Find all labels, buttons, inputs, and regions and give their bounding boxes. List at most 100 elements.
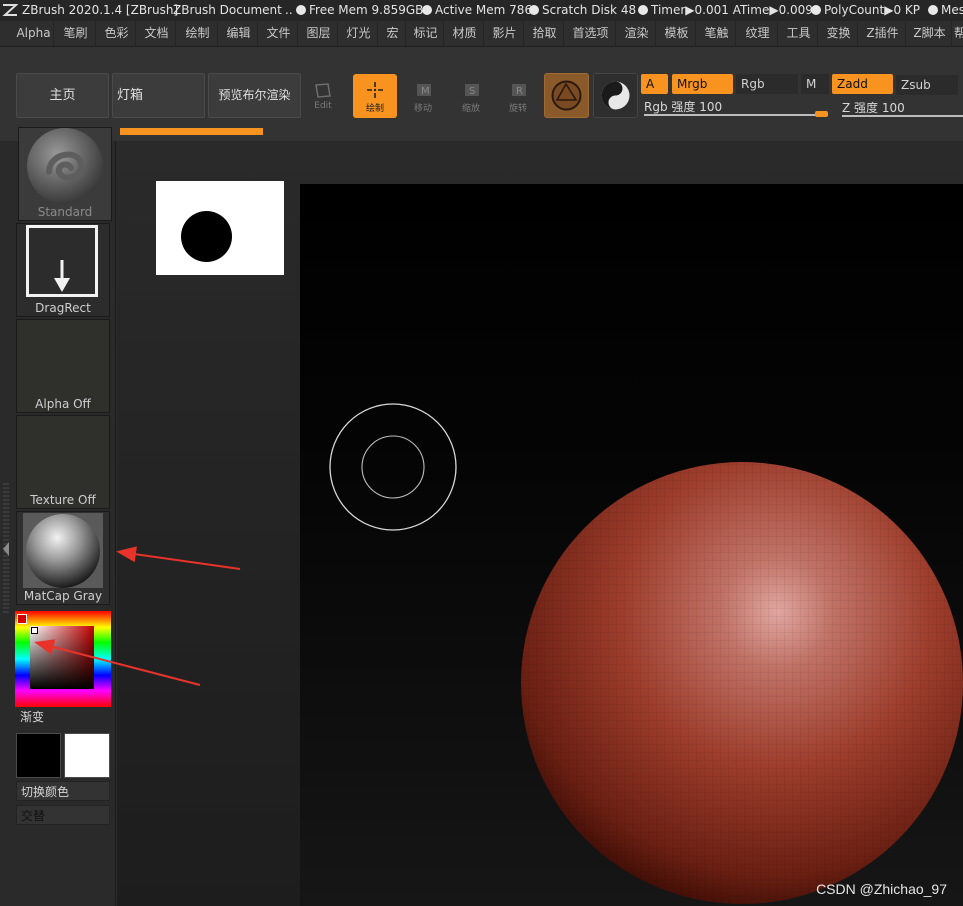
home-button[interactable]: 主页 xyxy=(16,73,109,118)
status-dot-icon xyxy=(296,5,306,15)
color-sphere-button[interactable] xyxy=(593,73,638,118)
switch-color-button[interactable]: 切换颜色 xyxy=(16,781,110,801)
edit-icon xyxy=(315,83,331,98)
material-preview-button[interactable] xyxy=(544,73,589,118)
status-dot-icon xyxy=(638,5,648,15)
menu-edit[interactable]: 编辑 xyxy=(220,21,258,46)
matcap-gray-sphere-icon xyxy=(23,513,103,588)
a-toggle-button[interactable]: A xyxy=(641,74,668,94)
status-dot-icon xyxy=(811,5,821,15)
z-intensity-label: Z 强度 100 xyxy=(842,101,905,115)
texture-slot[interactable]: Texture Off xyxy=(16,415,110,509)
z-intensity-slider[interactable] xyxy=(842,115,963,117)
menu-stroke[interactable]: 笔触 xyxy=(698,21,736,46)
menu-picker[interactable]: 拾取 xyxy=(526,21,564,46)
menu-brush[interactable]: 笔刷 xyxy=(56,21,96,46)
status-dot-icon xyxy=(529,5,539,15)
rgb-intensity-handle[interactable] xyxy=(815,111,828,117)
menu-color[interactable]: 色彩 xyxy=(98,21,136,46)
brush-label: Standard xyxy=(37,205,93,219)
document-title: ZBrush Document xyxy=(173,3,282,17)
menu-layer[interactable]: 图层 xyxy=(300,21,338,46)
menu-texture[interactable]: 纹理 xyxy=(738,21,778,46)
texture-label: Texture Off xyxy=(30,493,96,507)
svg-text:S: S xyxy=(469,86,475,97)
edit-button[interactable]: Edit xyxy=(302,74,344,118)
scale-button[interactable]: S 缩放 xyxy=(450,74,492,118)
free-mem-indicator: Free Mem 9.859GB xyxy=(296,3,423,17)
menu-marker[interactable]: 标记 xyxy=(408,21,444,46)
rgb-button[interactable]: Rgb xyxy=(736,74,798,94)
draw-label: 绘制 xyxy=(365,104,384,114)
menu-tool[interactable]: 工具 xyxy=(780,21,818,46)
progress-bar xyxy=(120,128,263,135)
stroke-slot[interactable]: DragRect xyxy=(16,223,110,317)
stroke-label: DragRect xyxy=(35,301,91,315)
app-title: ZBrush 2020.1.4 [ZBrush] xyxy=(22,3,179,17)
rotate-button[interactable]: R 旋转 xyxy=(497,74,539,118)
top-shelf: 主页 灯箱 预览布尔渲染 Edit 绘制 M 移动 S 缩放 R 旋转 A Mr… xyxy=(0,47,963,141)
secondary-color-swatch[interactable] xyxy=(64,733,110,778)
menu-draw[interactable]: 绘制 xyxy=(178,21,218,46)
zbrush-logo-icon xyxy=(2,3,19,20)
rgb-intensity-label: Rgb 强度 100 xyxy=(644,100,723,114)
title-bar: ZBrush 2020.1.4 [ZBrush] ZBrush Document… xyxy=(0,0,963,21)
timer-indicator: Timer▶0.001 ATime▶0.009 xyxy=(638,3,813,17)
status-dot-icon xyxy=(422,5,432,15)
move-button[interactable]: M 移动 xyxy=(402,74,444,118)
rotate-icon: R xyxy=(512,84,526,97)
rgb-intensity-slider[interactable] xyxy=(644,114,828,116)
menu-material[interactable]: 材质 xyxy=(446,21,484,46)
active-mem-indicator: Active Mem 786 xyxy=(422,3,532,17)
menu-zplugin[interactable]: Z插件 xyxy=(860,21,906,46)
svg-text:M: M xyxy=(421,86,430,97)
menu-macro[interactable]: 宏 xyxy=(380,21,406,46)
document-canvas[interactable] xyxy=(300,184,963,906)
rotate-label: 旋转 xyxy=(508,104,527,114)
scale-icon: S xyxy=(465,84,479,97)
material-label: MatCap Gray xyxy=(23,589,103,603)
alternate-button[interactable]: 交替 xyxy=(16,805,110,825)
menu-stencil[interactable]: 模板 xyxy=(658,21,696,46)
menu-transform[interactable]: 变换 xyxy=(820,21,858,46)
menu-preferences[interactable]: 首选项 xyxy=(566,21,616,46)
gradient-toggle[interactable]: 渐变 xyxy=(16,707,110,727)
menu-zscript[interactable]: Z脚本 xyxy=(908,21,952,46)
hue-marker[interactable] xyxy=(17,614,27,624)
move-icon: M xyxy=(417,84,431,97)
arrow-down-icon xyxy=(54,260,70,292)
status-dot-icon xyxy=(928,5,938,15)
material-slot[interactable]: MatCap Gray xyxy=(16,511,110,605)
watermark: CSDN @Zhichao_97 xyxy=(816,881,947,897)
menu-alpha[interactable]: Alpha xyxy=(14,21,54,46)
zadd-button[interactable]: Zadd xyxy=(832,74,893,94)
main-color-swatch[interactable] xyxy=(16,733,61,778)
standard-brush-icon xyxy=(27,128,103,204)
zsub-button[interactable]: Zsub xyxy=(896,75,958,95)
menu-bar: Alpha 笔刷 色彩 文档 绘制 编辑 文件 图层 灯光 宏 标记 材质 影片… xyxy=(0,21,963,47)
alpha-preview-thumbnail xyxy=(156,181,284,275)
menu-file[interactable]: 文件 xyxy=(260,21,298,46)
color-marker[interactable] xyxy=(31,627,38,634)
material-sphere-icon xyxy=(551,80,582,111)
m-button[interactable]: M xyxy=(801,74,829,94)
yin-yang-sphere-icon xyxy=(601,81,630,110)
menu-movie[interactable]: 影片 xyxy=(486,21,524,46)
menu-light[interactable]: 灯光 xyxy=(340,21,378,46)
scratch-disk-indicator: Scratch Disk 48 xyxy=(529,3,636,17)
saturation-value-square[interactable] xyxy=(30,626,94,689)
draw-crosshair-icon xyxy=(367,82,383,98)
hue-ring-picker[interactable] xyxy=(15,611,111,707)
menu-help[interactable]: 帮 xyxy=(954,21,963,46)
collapse-arrow-icon[interactable] xyxy=(2,541,10,557)
menu-render[interactable]: 渲染 xyxy=(618,21,656,46)
lightbox-button[interactable]: 灯箱 xyxy=(112,73,205,118)
mrgb-button[interactable]: Mrgb xyxy=(672,74,733,94)
brush-slot[interactable]: Standard xyxy=(18,127,112,221)
polycount-indicator: PolyCount▶0 KP xyxy=(811,3,920,17)
draw-button[interactable]: 绘制 xyxy=(353,74,397,118)
menu-document[interactable]: 文档 xyxy=(138,21,176,46)
edit-label: Edit xyxy=(314,101,332,111)
alpha-slot[interactable]: Alpha Off xyxy=(16,319,110,413)
preview-boolean-render-button[interactable]: 预览布尔渲染 xyxy=(208,73,301,118)
